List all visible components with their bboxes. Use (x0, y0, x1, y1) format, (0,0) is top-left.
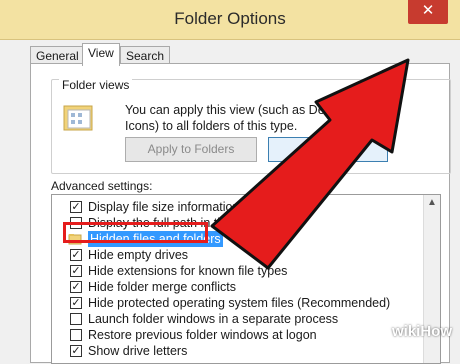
tab-view[interactable]: View (82, 43, 120, 66)
annotation-arrow (210, 58, 410, 270)
watermark: wikiHow (391, 323, 452, 340)
checkbox-checked[interactable]: ✓ (70, 345, 82, 357)
